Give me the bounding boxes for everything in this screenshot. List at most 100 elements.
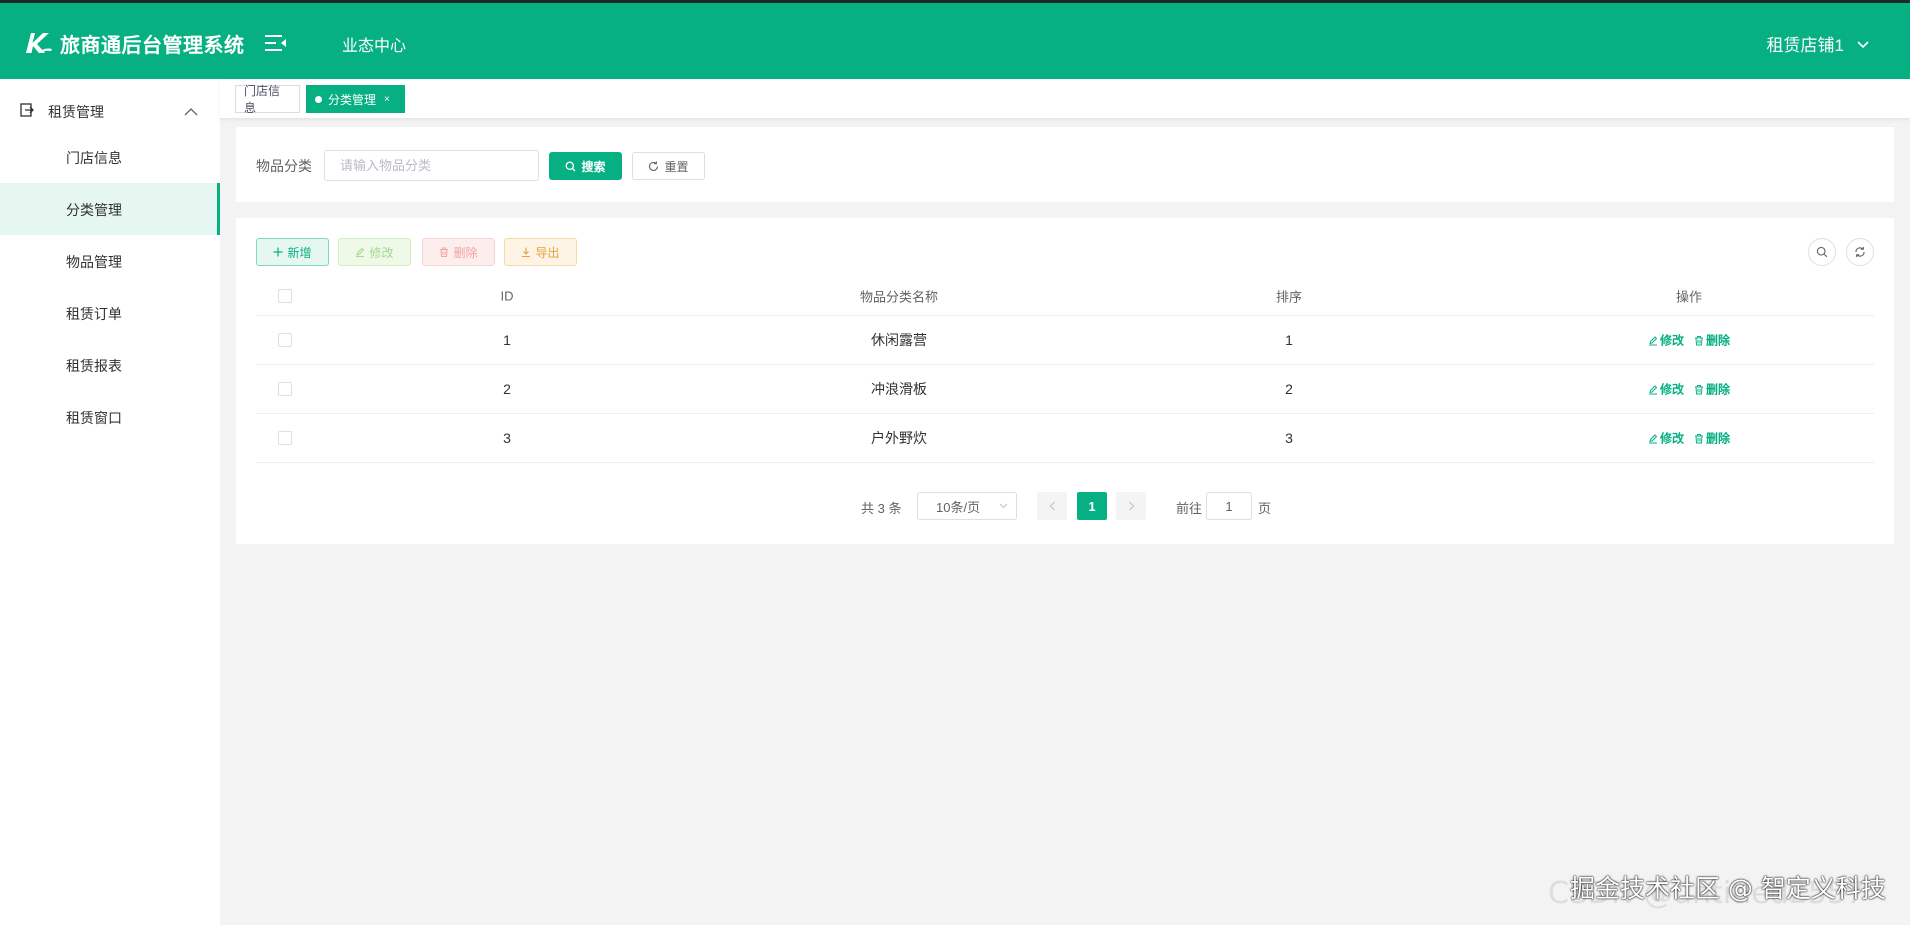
edit-icon	[356, 247, 365, 257]
tag-category[interactable]: 分类管理 ×	[306, 85, 405, 113]
page-suffix: 页	[1258, 501, 1272, 516]
row-edit-link[interactable]: 修改	[1648, 381, 1684, 398]
edit-icon	[1649, 433, 1658, 443]
tag-label: 门店信息	[244, 84, 281, 115]
table-card: 新增 修改 删除 导出 ID 物品分类名称 排序 操作 1 休闲露营 1 修改 …	[236, 218, 1894, 544]
chevron-down-icon	[1857, 40, 1869, 48]
row-actions: 修改 删除	[1648, 430, 1730, 447]
toggle-search-button[interactable]	[1808, 238, 1836, 266]
chevron-left-icon	[1049, 501, 1055, 511]
sidebar-item-window[interactable]: 租赁窗口	[0, 391, 220, 443]
delete-button[interactable]: 删除	[422, 238, 495, 266]
search-form: 物品分类 搜索 重置	[236, 127, 1894, 202]
menu-fold-icon[interactable]	[264, 33, 288, 53]
sidebar-item-label: 租赁报表	[66, 358, 122, 374]
refresh-icon	[1855, 246, 1865, 258]
watermark: 掘金技术社区 @ 智定义科技	[1570, 874, 1886, 903]
sidebar-item-category[interactable]: 分类管理	[0, 183, 220, 235]
store-selector[interactable]: 租赁店铺1	[1767, 31, 1870, 56]
row-delete-link[interactable]: 删除	[1694, 430, 1730, 447]
search-icon	[1816, 246, 1828, 258]
active-dot-icon	[315, 95, 322, 103]
tag-store-info[interactable]: 门店信息	[235, 84, 300, 115]
sidebar: 租赁管理 门店信息 分类管理 物品管理 租赁订单 租赁报表 租赁窗口	[0, 79, 220, 925]
sidebar-item-report[interactable]: 租赁报表	[0, 339, 220, 391]
sidebar-group-rental[interactable]: 租赁管理	[0, 91, 220, 131]
cell-sort: 2	[1285, 381, 1293, 397]
tags-view-bar: 门店信息 分类管理 ×	[220, 79, 1910, 119]
prev-page-button[interactable]	[1037, 492, 1067, 520]
cell-name: 休闲露营	[871, 332, 927, 348]
cell-name: 冲浪滑板	[871, 381, 927, 397]
add-button[interactable]: 新增	[256, 238, 329, 266]
download-icon	[522, 247, 531, 257]
chevron-right-icon	[1128, 501, 1134, 511]
column-header-sort: 排序	[1275, 289, 1303, 304]
sidebar-item-label: 物品管理	[66, 254, 122, 270]
row-edit-link[interactable]: 修改	[1648, 430, 1684, 447]
table-row: 1 休闲露营 1 修改 删除	[256, 316, 1874, 365]
trash-icon	[1695, 384, 1704, 394]
row-checkbox[interactable]	[278, 431, 292, 445]
nav-business-center[interactable]: 业态中心	[342, 32, 406, 56]
row-actions: 修改 删除	[1648, 381, 1730, 398]
column-header-actions: 操作	[1675, 289, 1703, 304]
refresh-table-button[interactable]	[1846, 238, 1874, 266]
sidebar-group-label: 租赁管理	[48, 104, 104, 120]
cell-id: 2	[503, 381, 511, 397]
next-page-button[interactable]	[1116, 492, 1146, 520]
sidebar-item-label: 门店信息	[66, 150, 122, 166]
row-actions: 修改 删除	[1648, 332, 1730, 349]
table-row: 3 户外野炊 3 修改 删除	[256, 414, 1874, 463]
cell-sort: 3	[1285, 430, 1293, 446]
sidebar-item-label: 分类管理	[66, 202, 122, 218]
column-header-name: 物品分类名称	[859, 289, 939, 304]
chevron-down-icon	[999, 503, 1008, 509]
select-all-checkbox[interactable]	[278, 288, 292, 303]
export-button[interactable]: 导出	[504, 238, 577, 266]
page-number-current[interactable]: 1	[1077, 492, 1107, 520]
logo-icon	[26, 33, 52, 53]
row-delete-link[interactable]: 删除	[1694, 332, 1730, 349]
search-button[interactable]: 搜索	[549, 152, 622, 180]
sidebar-item-store-info[interactable]: 门店信息	[0, 131, 220, 183]
store-name: 租赁店铺1	[1766, 36, 1844, 55]
goto-page-input[interactable]	[1206, 492, 1252, 520]
column-header-id: ID	[500, 288, 514, 303]
category-filter-label: 物品分类	[256, 158, 312, 174]
page-size-select[interactable]: 10条/页	[917, 492, 1017, 520]
edit-icon	[1649, 335, 1658, 345]
edit-icon	[1649, 384, 1658, 394]
exit-icon	[20, 103, 34, 117]
category-search-input[interactable]	[324, 150, 539, 181]
close-icon[interactable]: ×	[384, 94, 390, 105]
tag-label: 分类管理	[328, 92, 377, 107]
row-checkbox[interactable]	[278, 333, 292, 347]
table-row: 2 冲浪滑板 2 修改 删除	[256, 365, 1874, 414]
sidebar-item-label: 租赁订单	[66, 306, 122, 322]
edit-button[interactable]: 修改	[338, 238, 411, 266]
sidebar-item-orders[interactable]: 租赁订单	[0, 287, 220, 339]
cell-name: 户外野炊	[871, 430, 927, 446]
app-title: 旅商通后台管理系统	[60, 34, 245, 57]
cell-sort: 1	[1285, 332, 1293, 348]
pagination: 共 3 条 10条/页 1 前往 页	[236, 491, 1894, 521]
top-header: 旅商通后台管理系统 业态中心 租赁店铺1	[0, 0, 1910, 79]
search-icon	[566, 161, 576, 171]
sidebar-item-label: 租赁窗口	[66, 410, 122, 426]
row-delete-link[interactable]: 删除	[1694, 381, 1730, 398]
row-edit-link[interactable]: 修改	[1648, 332, 1684, 349]
cell-id: 3	[503, 430, 511, 446]
table-header-row: ID 物品分类名称 排序 操作	[256, 276, 1874, 316]
trash-icon	[1695, 335, 1704, 345]
refresh-icon	[649, 160, 659, 171]
cell-id: 1	[503, 332, 511, 348]
chevron-up-icon	[184, 108, 198, 116]
sidebar-item-goods[interactable]: 物品管理	[0, 235, 220, 287]
category-table: ID 物品分类名称 排序 操作 1 休闲露营 1 修改 删除 2 冲浪滑板 2 …	[256, 276, 1874, 463]
app-logo[interactable]: 旅商通后台管理系统	[24, 30, 245, 57]
row-checkbox[interactable]	[278, 382, 292, 396]
reset-button[interactable]: 重置	[632, 152, 705, 180]
trash-icon	[1695, 433, 1704, 443]
total-count: 共 3 条	[861, 501, 902, 516]
